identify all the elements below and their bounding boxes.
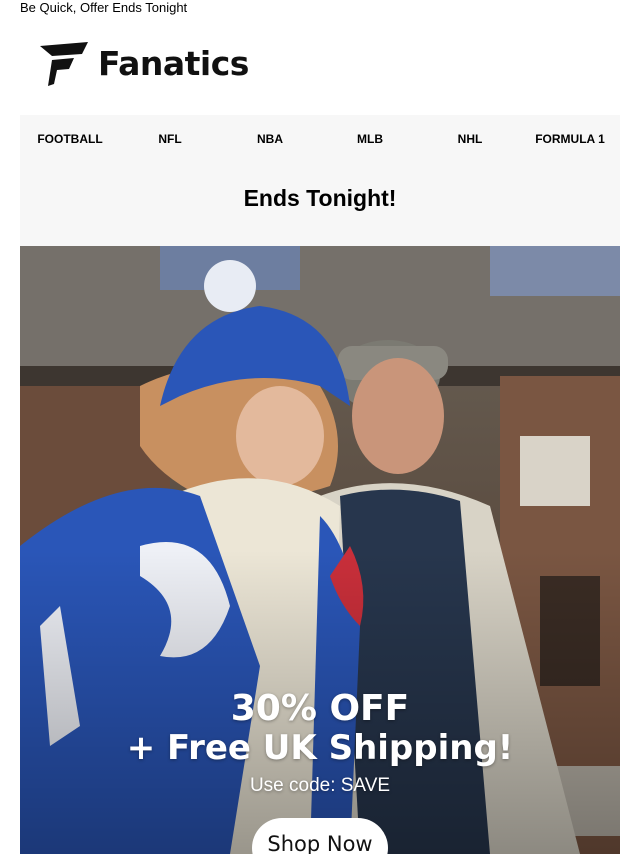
nav-item-nba[interactable]: NBA <box>220 115 320 163</box>
promo-code-text: Use code: SAVE <box>249 775 391 796</box>
nav-item-nfl[interactable]: NFL <box>120 115 220 163</box>
category-nav: FOOTBALL NFL NBA MLB NHL FORMULA 1 <box>20 115 620 163</box>
shop-now-button[interactable]: Shop Now <box>252 818 388 854</box>
nav-item-nhl[interactable]: NHL <box>420 115 520 163</box>
preheader-text: Be Quick, Offer Ends Tonight <box>20 0 188 15</box>
nav-item-formula-1[interactable]: FORMULA 1 <box>520 115 620 163</box>
offer-shipping: + Free UK Shipping! <box>126 728 514 768</box>
nav-item-football[interactable]: FOOTBALL <box>20 115 120 163</box>
headline: Ends Tonight! <box>243 185 397 211</box>
brand-name: Fanatics <box>98 44 249 83</box>
fanatics-flag-icon <box>40 42 88 86</box>
nav-item-mlb[interactable]: MLB <box>320 115 420 163</box>
brand-logo[interactable]: Fanatics <box>38 42 249 86</box>
nav-panel: FOOTBALL NFL NBA MLB NHL FORMULA 1 Ends … <box>20 115 620 246</box>
hero-banner[interactable]: 30% OFF + Free UK Shipping! Use code: SA… <box>20 246 620 854</box>
